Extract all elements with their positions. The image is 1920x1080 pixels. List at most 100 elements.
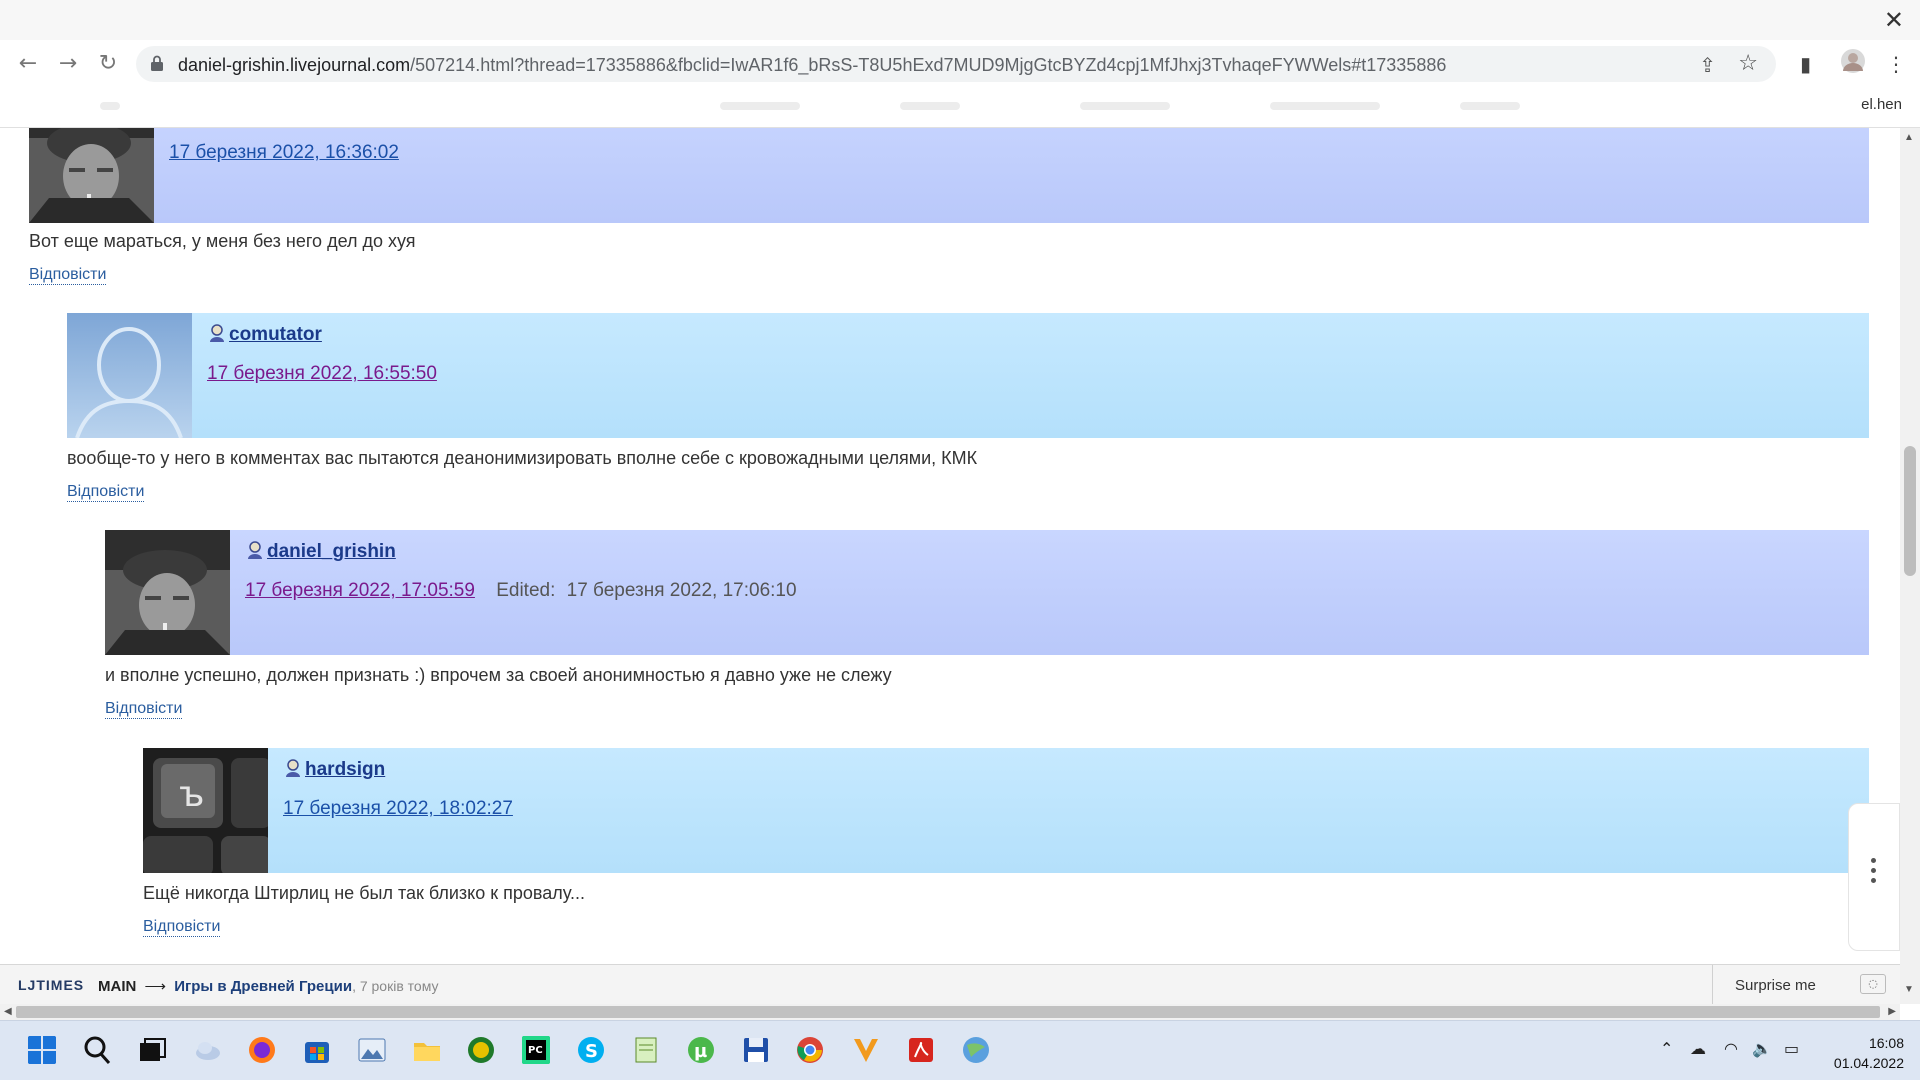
comment-header: comutator 17 березня 2022, 16:55:50 — [67, 313, 1869, 438]
livejournal-comments-page: 17 березня 2022, 16:36:02 Вот еще марать… — [0, 128, 1900, 964]
acrobat-icon[interactable] — [906, 1035, 936, 1065]
scroll-up-arrow-icon[interactable]: ▲ — [1904, 132, 1914, 143]
comment-header: 17 березня 2022, 16:36:02 — [29, 128, 1869, 223]
more-vertical-icon[interactable] — [1871, 858, 1877, 888]
network-globe-icon[interactable] — [961, 1035, 991, 1065]
comment-date-link[interactable]: 17 березня 2022, 18:02:27 — [283, 798, 513, 819]
bookmark-star-icon[interactable]: ☆ — [1738, 51, 1758, 76]
avatar[interactable] — [105, 530, 230, 655]
system-clock[interactable]: 16:08 01.04.2022 — [1824, 1033, 1904, 1073]
chevron-up-icon[interactable]: ⌃ — [1660, 1039, 1673, 1058]
comment-date-link[interactable]: 17 березня 2022, 16:36:02 — [169, 142, 399, 163]
profile-avatar[interactable] — [1840, 48, 1866, 79]
notepad-plus-icon[interactable] — [631, 1035, 661, 1065]
file-explorer-icon[interactable] — [412, 1035, 442, 1065]
forward-arrow-icon[interactable]: → — [54, 50, 82, 78]
share-icon[interactable]: ⇪ — [1699, 53, 1716, 77]
comment-header: ъ hardsign 17 березня 2022, 18:02:27 — [143, 748, 1869, 873]
svg-text:ъ: ъ — [179, 774, 204, 815]
reply-link[interactable]: Відповісти — [105, 700, 183, 719]
windows-taskbar: PC S µ ⌃ ☁ ◠ 🔈 ▭ 16:08 01.04.2022 — [0, 1020, 1920, 1080]
edited-label: Edited: — [496, 580, 556, 601]
close-window-icon[interactable]: ✕ — [1884, 6, 1904, 34]
vivaldi-icon[interactable] — [851, 1035, 881, 1065]
floating-side-menu[interactable] — [1848, 803, 1900, 951]
bookmark-item[interactable] — [1460, 102, 1520, 110]
battery-icon[interactable]: ▭ — [1784, 1039, 1799, 1058]
user-icon — [210, 324, 224, 342]
url-text: daniel-grishin.livejournal.com/507214.ht… — [178, 55, 1446, 76]
ljtimes-breadcrumb: MAIN ⟶ Игры в Древней Греции, 7 років то… — [98, 977, 438, 995]
comment-username[interactable]: comutator — [207, 323, 322, 346]
comment-date-line: 17 березня 2022, 16:55:50 — [207, 363, 437, 385]
globe-app-icon[interactable] — [466, 1035, 496, 1065]
clock-date: 01.04.2022 — [1833, 1055, 1904, 1071]
save-app-icon[interactable] — [741, 1035, 771, 1065]
browser-menu-icon[interactable]: ⋮ — [1886, 52, 1906, 76]
firefox-icon[interactable] — [247, 1035, 277, 1065]
default-userpic[interactable] — [67, 313, 192, 438]
ljtimes-collapse-icon[interactable]: ◌ — [1860, 974, 1886, 994]
edited-date: 17 березня 2022, 17:06:10 — [566, 580, 797, 601]
arrow-right-icon: ⟶ — [144, 978, 167, 995]
bookmark-item[interactable] — [1270, 102, 1380, 110]
chrome-icon[interactable] — [795, 1035, 825, 1065]
reply-link[interactable]: Відповісти — [143, 918, 221, 937]
ljtimes-logo[interactable]: LJTIMES — [18, 977, 84, 993]
vertical-scrollbar[interactable]: ▲ ▼ — [1900, 128, 1920, 1004]
scrollbar-thumb[interactable] — [1904, 446, 1916, 576]
utorrent-icon[interactable]: µ — [686, 1035, 716, 1065]
store-icon[interactable] — [302, 1035, 332, 1065]
bookmark-item[interactable] — [720, 102, 800, 110]
avatar[interactable] — [29, 128, 154, 223]
bookmarks-bar: el.hen — [0, 88, 1920, 128]
wifi-icon[interactable]: ◠ — [1724, 1039, 1738, 1058]
weather-icon[interactable] — [193, 1035, 223, 1065]
comment-text: вообще-то у него в комментах вас пытаютс… — [67, 448, 978, 468]
bookmark-item[interactable] — [1080, 102, 1170, 110]
ljtimes-post-link[interactable]: Игры в Древней Греции — [174, 978, 352, 995]
horizontal-scrollbar[interactable]: ◀ ▶ — [0, 1004, 1900, 1020]
side-panel-icon[interactable]: ▮ — [1800, 52, 1811, 76]
scroll-down-arrow-icon[interactable]: ▼ — [1904, 984, 1914, 995]
back-arrow-icon[interactable]: ← — [14, 50, 42, 78]
url-host: daniel-grishin.livejournal.com — [178, 55, 411, 75]
pycharm-icon[interactable]: PC — [521, 1035, 551, 1065]
ljtimes-post-age: , 7 років тому — [352, 978, 439, 994]
lock-icon — [151, 55, 163, 71]
surprise-me-button[interactable]: Surprise me — [1712, 965, 1838, 1005]
photos-icon[interactable] — [357, 1035, 387, 1065]
bookmark-item[interactable] — [100, 102, 120, 110]
url-path: /507214.html?thread=17335886&fbclid=IwAR… — [410, 55, 1447, 75]
avatar[interactable]: ъ — [143, 748, 268, 873]
comment-text: Вот еще мараться, у меня без него дел до… — [29, 231, 416, 251]
scrollbar-thumb[interactable] — [16, 1006, 1880, 1018]
svg-text:S: S — [585, 1041, 598, 1062]
comment-username[interactable]: hardsign — [283, 758, 385, 781]
browser-toolbar: ← → ↻ daniel-grishin.livejournal.com/507… — [0, 40, 1920, 88]
skype-icon[interactable]: S — [576, 1035, 606, 1065]
start-icon[interactable] — [27, 1035, 57, 1065]
svg-text:PC: PC — [528, 1045, 543, 1056]
volume-icon[interactable]: 🔈 — [1752, 1039, 1772, 1058]
svg-text:µ: µ — [694, 1041, 707, 1062]
clock-time: 16:08 — [1868, 1035, 1904, 1051]
reload-icon[interactable]: ↻ — [94, 50, 122, 78]
user-icon — [286, 759, 300, 777]
comment-date-line: 17 березня 2022, 17:05:59 Edited: 17 бер… — [245, 580, 797, 602]
address-bar[interactable]: daniel-grishin.livejournal.com/507214.ht… — [136, 46, 1776, 82]
comment-username[interactable]: daniel_grishin — [245, 540, 396, 563]
window-titlebar: ✕ — [0, 0, 1920, 40]
scroll-left-arrow-icon[interactable]: ◀ — [4, 1006, 12, 1017]
reply-link[interactable]: Відповісти — [67, 483, 145, 502]
bookmark-item[interactable] — [900, 102, 960, 110]
bookmark-end-label[interactable]: el.hen — [1861, 96, 1902, 113]
task-view-icon[interactable] — [137, 1035, 167, 1065]
ljtimes-main-link[interactable]: MAIN — [98, 978, 136, 995]
onedrive-cloud-icon[interactable]: ☁ — [1690, 1039, 1706, 1058]
scroll-right-arrow-icon[interactable]: ▶ — [1888, 1006, 1896, 1017]
reply-link[interactable]: Відповісти — [29, 266, 107, 285]
comment-date-link[interactable]: 17 березня 2022, 16:55:50 — [207, 363, 437, 384]
comment-date-link[interactable]: 17 березня 2022, 17:05:59 — [245, 580, 475, 601]
search-icon[interactable] — [82, 1035, 112, 1065]
